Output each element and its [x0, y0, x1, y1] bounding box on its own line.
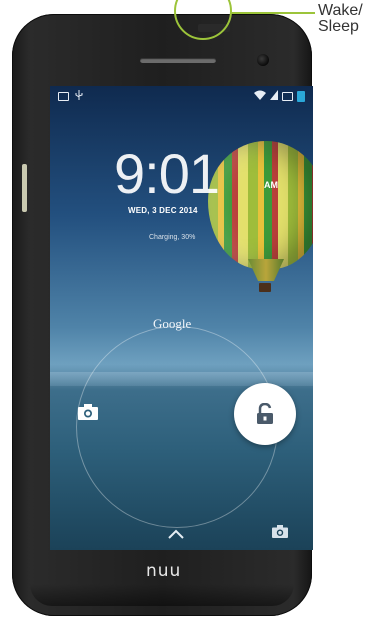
callout-label-line1: Wake/ [318, 2, 363, 19]
status-bar [50, 86, 313, 104]
callout-leader-line [231, 12, 315, 14]
earpiece-speaker [140, 58, 216, 63]
charging-status: Charging, 30% [149, 234, 196, 241]
camera-icon[interactable] [272, 525, 288, 538]
clock-time: 9:01 [114, 142, 220, 205]
callout-label: Wake/ Sleep [318, 3, 388, 35]
lock-screen: 9:01 AM WED, 3 DEC 2014 Charging, 30% Go… [50, 86, 313, 550]
clock-ampm: AM [264, 180, 278, 190]
signal-icon [270, 90, 278, 103]
brand-logo: nuu [146, 561, 182, 581]
front-camera [257, 54, 269, 66]
battery-icon [297, 91, 305, 102]
unlock-icon [257, 403, 273, 424]
volume-button[interactable] [22, 164, 27, 212]
image-icon [58, 92, 69, 101]
unlock-button[interactable] [234, 383, 296, 445]
device-illustration: 9:01 AM WED, 3 DEC 2014 Charging, 30% Go… [0, 0, 389, 621]
clock-date: WED, 3 DEC 2014 [128, 206, 198, 215]
usb-icon [75, 90, 83, 103]
camera-icon[interactable] [78, 404, 98, 420]
callout-label-line2: Sleep [318, 18, 359, 35]
sim-icon [282, 92, 293, 101]
chevron-up-icon[interactable] [168, 526, 184, 539]
phone-body: 9:01 AM WED, 3 DEC 2014 Charging, 30% Go… [12, 14, 313, 616]
google-search-target[interactable]: Google [153, 316, 213, 332]
wifi-icon [254, 90, 266, 103]
